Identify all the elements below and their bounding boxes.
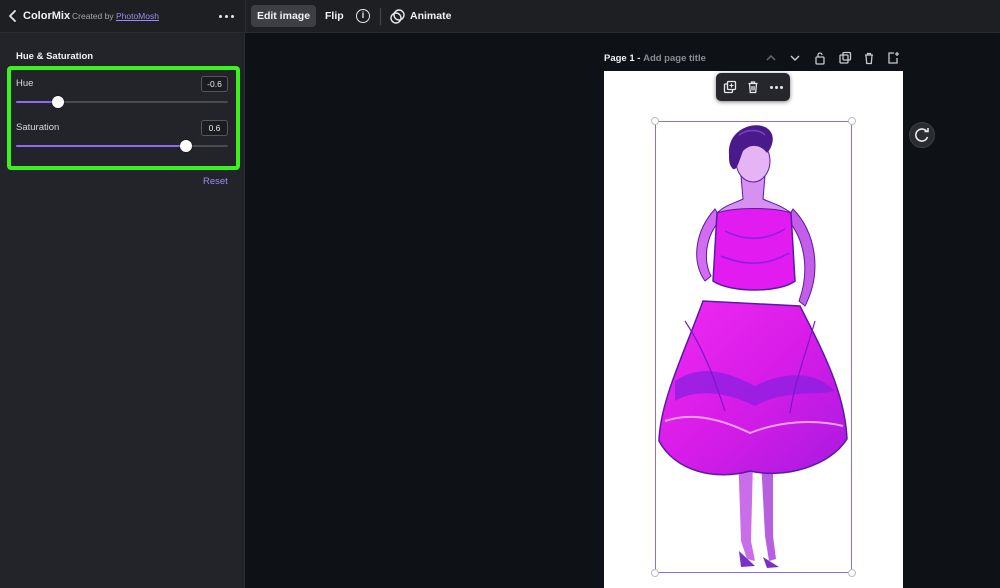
hue-slider[interactable] bbox=[16, 96, 228, 108]
edit-image-button[interactable]: Edit image bbox=[251, 5, 316, 27]
top-bar: ColorMix Created by PhotoMosh Edit image… bbox=[0, 0, 1000, 33]
rotate-icon bbox=[915, 128, 929, 142]
author-link[interactable]: PhotoMosh bbox=[116, 11, 159, 21]
divider bbox=[245, 0, 246, 33]
page-title-input[interactable]: Add page title bbox=[643, 53, 706, 64]
element-more-button[interactable] bbox=[770, 86, 784, 89]
resize-handle-top-right[interactable] bbox=[848, 117, 856, 125]
more-dot bbox=[775, 86, 778, 89]
animate-button[interactable]: Animate bbox=[410, 10, 451, 22]
animate-icon[interactable] bbox=[390, 9, 405, 24]
side-panel: Hue & Saturation Hue -0.6 Saturation 0.6… bbox=[0, 33, 245, 588]
app-title: ColorMix bbox=[23, 10, 71, 22]
page-header: Page 1 - Add page title bbox=[604, 53, 706, 64]
section-title: Hue & Saturation bbox=[16, 51, 94, 62]
trash-icon[interactable] bbox=[746, 80, 760, 94]
rotate-button[interactable] bbox=[909, 122, 935, 148]
saturation-value-input[interactable]: 0.6 bbox=[201, 120, 228, 136]
resize-handle-top-left[interactable] bbox=[651, 117, 659, 125]
more-dot bbox=[225, 15, 228, 18]
created-by: Created by PhotoMosh bbox=[72, 11, 159, 21]
created-by-prefix: Created by bbox=[72, 11, 114, 21]
more-horizontal-icon bbox=[770, 86, 773, 89]
saturation-label: Saturation bbox=[16, 122, 60, 133]
more-dot bbox=[231, 15, 234, 18]
add-page-icon[interactable] bbox=[886, 51, 900, 65]
hue-value-input[interactable]: -0.6 bbox=[201, 76, 228, 92]
trash-icon[interactable] bbox=[862, 51, 876, 65]
chevron-up-icon[interactable] bbox=[764, 51, 778, 65]
chevron-down-icon[interactable] bbox=[788, 51, 802, 65]
resize-handle-bottom-left[interactable] bbox=[651, 569, 659, 577]
flip-button[interactable]: Flip bbox=[325, 10, 344, 22]
duplicate-icon[interactable] bbox=[838, 51, 852, 65]
chevron-left-icon bbox=[9, 10, 16, 22]
page-label: Page 1 - bbox=[604, 53, 641, 64]
duplicate-icon[interactable] bbox=[723, 80, 737, 94]
more-dot bbox=[780, 86, 783, 89]
info-icon[interactable]: i bbox=[356, 9, 370, 23]
saturation-slider-thumb[interactable] bbox=[179, 140, 192, 152]
divider bbox=[380, 8, 381, 25]
saturation-slider[interactable] bbox=[16, 140, 228, 152]
more-horizontal-icon bbox=[219, 15, 222, 18]
lock-icon[interactable] bbox=[813, 51, 827, 65]
hue-label: Hue bbox=[16, 78, 34, 89]
saturation-slider-fill bbox=[16, 145, 186, 147]
resize-handle-bottom-right[interactable] bbox=[848, 569, 856, 577]
panel-more-button[interactable] bbox=[217, 7, 235, 25]
back-button[interactable] bbox=[8, 9, 20, 23]
reset-button[interactable]: Reset bbox=[203, 176, 228, 187]
element-toolbar bbox=[716, 73, 790, 101]
selection-frame bbox=[655, 121, 852, 573]
